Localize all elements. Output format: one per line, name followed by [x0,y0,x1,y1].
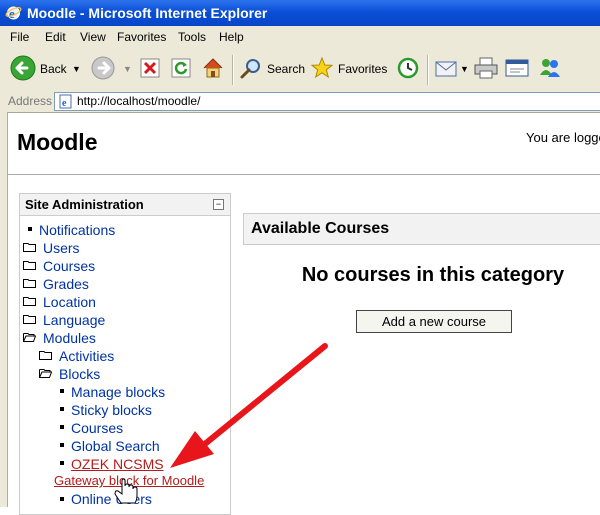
admin-item-grades[interactable]: Grades [43,276,89,292]
folder-open-icon [23,333,36,342]
page-icon: e [59,94,72,109]
bullet-icon [28,227,32,231]
folder-icon [23,261,36,270]
admin-item-location[interactable]: Location [43,294,96,310]
admin-item-manage-blocks[interactable]: Manage blocks [71,384,165,400]
admin-item-global-search[interactable]: Global Search [71,438,160,454]
back-arrow-icon[interactable] [10,55,36,81]
menu-file[interactable]: File [10,30,29,44]
admin-item-notifications[interactable]: Notifications [39,222,115,238]
favorites-star-icon[interactable] [310,56,334,80]
login-info: You are logge [526,130,600,145]
admin-item-online-users[interactable]: Online Users [71,491,152,507]
admin-item-modules[interactable]: Modules [43,330,96,346]
menu-view[interactable]: View [80,30,106,44]
available-courses-header: Available Courses [243,213,600,245]
bullet-icon [60,425,64,429]
add-course-button[interactable]: Add a new course [356,310,512,333]
folder-icon [23,243,36,252]
toolbar-separator [427,55,429,85]
folder-open-icon [39,369,52,378]
edit-icon[interactable] [504,57,530,79]
internet-explorer-icon: e [5,6,22,21]
bullet-icon [60,497,64,501]
history-icon[interactable] [396,56,420,80]
menu-help[interactable]: Help [219,30,244,44]
search-button[interactable]: Search [267,62,305,76]
menu-bar: File Edit View Favorites Tools Help [0,26,600,48]
folder-icon [23,297,36,306]
menu-tools[interactable]: Tools [178,30,206,44]
address-url: http://localhost/moodle/ [77,94,201,108]
address-input[interactable]: e http://localhost/moodle/ [54,92,600,111]
admin-item-courses[interactable]: Courses [43,258,95,274]
home-icon[interactable] [201,56,225,80]
bullet-icon [60,461,64,465]
svg-text:e: e [62,98,67,109]
header-divider [8,174,600,175]
window-titlebar[interactable]: e Moodle - Microsoft Internet Explorer [0,0,600,26]
search-icon[interactable] [239,57,263,81]
messenger-icon[interactable] [537,55,563,81]
forward-arrow-icon[interactable] [90,55,116,81]
bullet-icon [60,443,64,447]
menu-edit[interactable]: Edit [45,30,66,44]
no-courses-message: No courses in this category [301,264,565,286]
folder-icon [23,315,36,324]
admin-item-users[interactable]: Users [43,240,80,256]
admin-item-language[interactable]: Language [43,312,105,328]
favorites-button[interactable]: Favorites [338,62,387,76]
admin-item-ozek-ncsms[interactable]: OZEK NCSMS [71,456,164,472]
site-administration-title: Site Administration [25,197,144,212]
admin-item-blocks[interactable]: Blocks [59,366,100,382]
address-bar: Address e http://localhost/moodle/ [0,91,600,113]
admin-item-sticky-blocks[interactable]: Sticky blocks [71,402,152,418]
bullet-icon [60,389,64,393]
admin-item-block-courses[interactable]: Courses [71,420,123,436]
mail-dropdown-icon[interactable]: ▼ [460,64,469,74]
stop-icon[interactable] [140,58,160,78]
print-icon[interactable] [473,56,499,80]
menu-favorites[interactable]: Favorites [117,30,166,44]
folder-icon [39,351,52,360]
mail-icon[interactable] [434,57,458,79]
window-title: Moodle - Microsoft Internet Explorer [27,5,268,21]
back-dropdown-icon[interactable]: ▼ [72,64,81,74]
toolbar-separator [232,55,234,85]
page-title: Moodle [17,129,98,155]
site-administration-header: Site Administration − [20,194,230,216]
admin-item-ozek-gateway[interactable]: Gateway block for Moodle [54,473,204,488]
refresh-icon[interactable] [171,58,191,78]
back-button[interactable]: Back [40,62,67,76]
collapse-icon[interactable]: − [213,199,224,210]
available-courses-title: Available Courses [251,220,390,237]
bullet-icon [60,407,64,411]
window-left-edge [0,112,8,507]
address-label: Address [8,94,53,108]
admin-item-activities[interactable]: Activities [59,348,114,364]
forward-dropdown-icon[interactable]: ▼ [123,64,132,74]
folder-icon [23,279,36,288]
toolbar: Back ▼ ▼ Search Favorites ▼ [0,47,600,92]
